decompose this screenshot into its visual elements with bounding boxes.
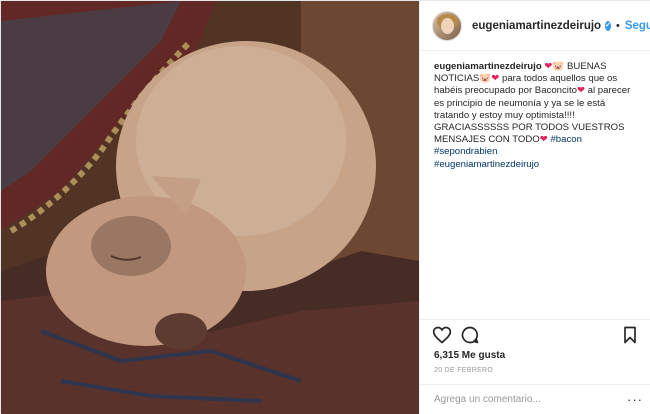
- heart-emoji: ❤: [491, 73, 500, 85]
- likes-count[interactable]: 6,315 Me gusta: [434, 350, 505, 361]
- heart-outline-icon[interactable]: [432, 325, 452, 345]
- separator-dot: •: [615, 19, 620, 32]
- post-photo[interactable]: [1, 1, 419, 414]
- avatar-face: [441, 17, 454, 34]
- bookmark-icon[interactable]: [620, 325, 640, 345]
- comment-bubble-icon[interactable]: [460, 325, 480, 345]
- instagram-post: eugeniamartinezdeirujo ✓ • Seguir eugeni…: [0, 0, 650, 414]
- post-header: eugeniamartinezdeirujo ✓ • Seguir: [420, 1, 650, 51]
- more-options-icon[interactable]: ···: [627, 392, 643, 407]
- caption-username[interactable]: eugeniamartinezdeirujo: [434, 61, 542, 72]
- header-username[interactable]: eugeniamartinezdeirujo: [472, 20, 601, 32]
- follow-button[interactable]: Seguir: [625, 20, 650, 32]
- avatar[interactable]: [432, 10, 462, 41]
- pig-emoji: 🐷: [479, 73, 492, 85]
- comment-input[interactable]: [434, 394, 614, 405]
- hashtag-link[interactable]: #bacon: [550, 134, 581, 145]
- heart-emoji: ❤: [576, 85, 585, 97]
- verified-badge-icon: ✓: [605, 20, 611, 31]
- pig-photo-illustration: [1, 1, 419, 414]
- pig-emoji: 🐷: [552, 61, 565, 72]
- photo-shadow: [1, 1, 419, 414]
- hashtag-link[interactable]: #sepondrabien: [434, 146, 497, 157]
- action-bar: [420, 319, 650, 347]
- comment-box: [420, 384, 650, 414]
- post-sidebar: eugeniamartinezdeirujo ✓ • Seguir eugeni…: [419, 1, 650, 414]
- hashtag-link[interactable]: #eugeniamartinezdeirujo: [434, 159, 539, 170]
- post-caption: eugeniamartinezdeirujo ❤🐷 BUENAS NOTICIA…: [434, 61, 640, 171]
- post-date: 20 DE FEBRERO: [434, 367, 494, 374]
- heart-emoji: ❤: [539, 134, 548, 146]
